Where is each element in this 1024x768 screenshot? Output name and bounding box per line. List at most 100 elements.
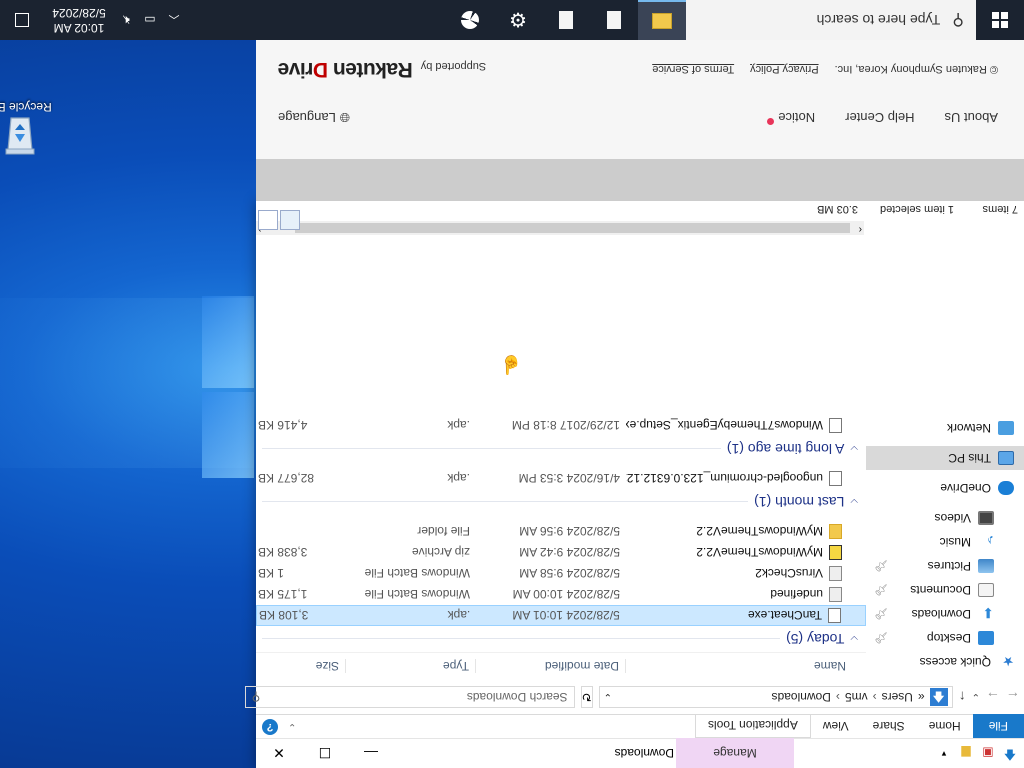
notice-link[interactable]: Notice [767,110,815,125]
tab-home[interactable]: Home [917,715,973,739]
system-tray: ︿ ▭ 🔇︎ 10:02 AM 5/28/2024 [0,0,186,40]
file-size: 1 KB [258,566,285,581]
view-toggle [258,210,300,230]
system-clock[interactable]: 10:02 AM 5/28/2024 [44,5,114,35]
nav-network[interactable]: Network [866,416,1024,440]
file-type: .apk [447,471,470,486]
file-row[interactable]: TanCheat.exe 5/28/2024 10:01 AM .apk 3,108 … [256,605,866,626]
file-size: 3,838 KB [258,545,308,560]
tab-application-tools[interactable]: Application Tools [694,714,811,739]
tab-view[interactable]: View [811,715,861,739]
file-type: Windows Batch File [364,587,470,602]
up-arrow-blue-icon[interactable]: 🡅 [1002,746,1018,762]
tray-overflow-chevron-icon[interactable]: ︿ [162,12,186,28]
nav-videos[interactable]: Videos [866,506,1024,530]
rakuten-drive-logo: Supported by Rakuten Drive [278,57,486,81]
back-arrow-icon[interactable]: ← [1006,689,1020,705]
brand-part-rakuten: Rakuten [328,58,413,81]
privacy-policy-link[interactable]: Privacy Policy [750,63,818,75]
tab-file[interactable]: File [972,714,1024,739]
group-header-today[interactable]: ⌵ Today (5) [256,626,866,652]
scrollbar-thumb[interactable] [295,223,850,233]
up-level-arrow-icon[interactable]: ↑ [959,689,966,705]
search-input[interactable]: Search Downloads ⚲ [244,686,575,708]
forward-arrow-icon[interactable]: → [986,689,1000,705]
pictures-icon [978,559,994,573]
folder-quick-icon[interactable]: ▆ [958,746,974,762]
close-button[interactable]: ✕ [256,738,302,768]
pin-icon: 📌︎ [874,559,888,572]
nav-music[interactable]: ♪ Music [866,530,1024,554]
taskbar-browser[interactable] [446,0,494,40]
address-bar[interactable]: 🡅 « Users › vm5 › Downloads ⌄ [598,686,953,708]
nav-label: Downloads [911,607,971,621]
terms-of-service-link[interactable]: Terms of Service [652,63,734,75]
horizontal-scrollbar[interactable]: ‹ › [256,221,864,235]
group-header-last-month[interactable]: ⌵ Last month (1) [256,489,866,515]
file-date: 12/29/2017 8:18 PM [511,418,620,433]
start-button[interactable] [976,0,1024,40]
breadcrumb-users[interactable]: Users [882,690,913,704]
file-row[interactable]: Windows7ThemebyEgentix_Setup.exe 12/29/20… [256,415,866,436]
nav-downloads[interactable]: ⬇ Downloads 📌︎ [866,602,1024,626]
recent-dropdown-icon[interactable]: ⌄ [972,692,980,703]
help-center-link[interactable]: Help Center [845,110,914,125]
quick-access-dropdown-icon[interactable]: ▾ [936,746,952,762]
address-dropdown-icon[interactable]: ⌄ [604,692,612,703]
file-name: TanCheat.exe [747,608,822,623]
column-type[interactable]: Type [346,659,476,674]
brand-part-rive: rive [278,58,314,81]
file-row[interactable]: MyWindowsThemeV2.2 5/28/2024 9:42 AM zip A… [256,542,866,563]
file-row[interactable]: MyWindowsThemeV2.2 5/28/2024 9:56 AM File … [256,521,866,542]
file-row[interactable]: undefined 5/28/2024 10:00 AM Windows Batch… [256,584,866,605]
file-row[interactable]: ungoogled-chromium_123.0.6312.122-1.... 4… [256,468,866,489]
breadcrumb-downloads[interactable]: Downloads [772,690,831,704]
file-name: undefined [770,587,823,602]
recycle-bin-shortcut[interactable]: Recycle Bin [0,100,58,160]
column-size[interactable]: Size [256,659,346,674]
large-icons-view-icon[interactable] [258,210,278,230]
breadcrumb-vm5[interactable]: vm5 [845,690,868,704]
minimize-button[interactable]: — [348,738,394,768]
taskbar-search-box[interactable]: ⚲ Type here to search [686,0,976,40]
network-tray-icon[interactable]: ▭ [138,13,162,27]
mouse-cursor-hand-icon: ☝ [499,355,522,375]
language-selector[interactable]: 🌐︎ Language [278,109,350,125]
nav-label: Quick access [919,655,991,669]
chevron-right-icon: › [872,690,877,704]
nav-documents[interactable]: Documents 📌︎ [866,578,1024,602]
file-name: ungoogled-chromium_123.0.6312.122-1.... [626,471,823,486]
taskbar-settings[interactable]: ⚙ [494,0,542,40]
pin-icon: 📌︎ [874,583,888,596]
action-center-button[interactable] [0,13,44,27]
address-overflow[interactable]: « [918,690,925,704]
scroll-left-icon[interactable]: ‹ [859,224,862,235]
properties-icon[interactable]: ▣ [980,746,996,762]
column-date-modified[interactable]: Date modified [476,659,626,674]
nav-onedrive[interactable]: OneDrive [866,476,1024,500]
group-header-long-ago[interactable]: ⌵ A long time ago (1) [256,436,866,462]
download-arrow-icon: ⬇ [982,605,994,621]
manage-tab[interactable]: Manage [676,738,794,768]
taskbar-notepad[interactable] [590,0,638,40]
column-name[interactable]: Name [626,660,866,674]
expand-ribbon-icon[interactable]: ⌄ [288,722,296,733]
nav-quick-access[interactable]: ★ Quick access [866,650,1024,674]
details-view-icon[interactable] [280,210,300,230]
file-list: Name Date modified Type Size ⌵ Today (5) … [256,235,866,680]
volume-muted-icon[interactable]: 🔇︎ [114,13,138,28]
help-icon[interactable]: ? [262,719,278,735]
nav-desktop[interactable]: Desktop 📌︎ [866,626,1024,650]
file-size: 1,175 KB [258,587,308,602]
maximize-button[interactable]: ☐ [302,738,348,768]
file-row[interactable]: VirusCheck2 5/28/2024 9:58 AM Windows Batc… [256,563,866,584]
refresh-icon[interactable]: ↻ [580,686,593,708]
batch-file-icon [829,587,842,602]
nav-this-pc[interactable]: This PC [866,446,1024,470]
taskbar-document-app[interactable] [542,0,590,40]
taskbar-file-explorer[interactable] [638,0,686,40]
about-us-link[interactable]: About Us [945,110,998,125]
tab-share[interactable]: Share [861,715,917,739]
supported-by-text: Supported by [420,60,487,72]
nav-pictures[interactable]: Pictures 📌︎ [866,554,1024,578]
